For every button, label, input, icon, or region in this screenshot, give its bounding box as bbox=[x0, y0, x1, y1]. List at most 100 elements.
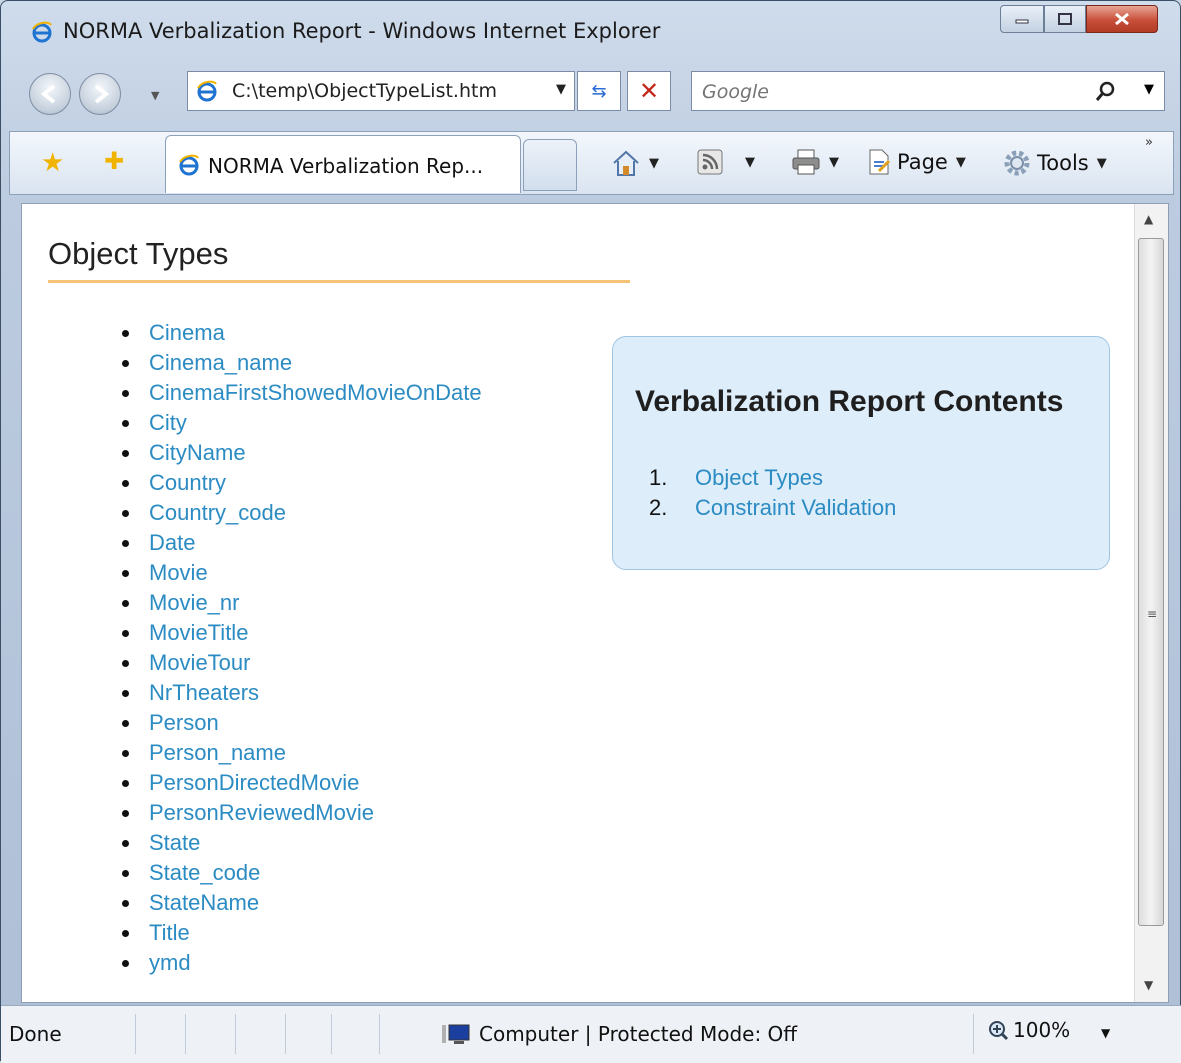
address-dropdown-icon[interactable]: ▼ bbox=[556, 82, 566, 97]
object-type-link[interactable]: Person bbox=[149, 710, 219, 735]
zoom-dropdown-icon[interactable]: ▼ bbox=[1101, 1026, 1110, 1040]
tab-label: NORMA Verbalization Rep... bbox=[208, 154, 484, 178]
address-bar[interactable]: C:\temp\ObjectTypeList.htm ▼ bbox=[187, 71, 575, 111]
object-type-item: PersonReviewedMovie bbox=[122, 798, 482, 828]
zoom-level-button[interactable]: 100% bbox=[987, 1018, 1070, 1042]
gear-icon bbox=[1004, 150, 1030, 176]
object-type-link[interactable]: Cinema_name bbox=[149, 350, 292, 375]
object-type-link[interactable]: PersonReviewedMovie bbox=[149, 800, 374, 825]
page-menu-button[interactable]: Page ▼ bbox=[867, 149, 966, 175]
tab-verbalization-report[interactable]: NORMA Verbalization Rep... bbox=[165, 135, 521, 193]
window-controls bbox=[1000, 5, 1158, 33]
object-type-item: State bbox=[122, 828, 482, 858]
object-type-link[interactable]: Date bbox=[149, 530, 195, 555]
new-tab-button[interactable] bbox=[523, 139, 577, 191]
report-contents-number: 2. bbox=[649, 495, 668, 520]
printer-icon bbox=[792, 149, 820, 175]
object-type-link[interactable]: Country_code bbox=[149, 500, 286, 525]
search-icon[interactable] bbox=[1094, 80, 1118, 104]
address-url[interactable]: C:\temp\ObjectTypeList.htm bbox=[232, 80, 522, 102]
scroll-down-arrow-icon[interactable]: ▼ bbox=[1144, 978, 1153, 992]
tools-menu-label: Tools bbox=[1037, 151, 1089, 175]
report-contents-item: 2. Constraint Validation bbox=[649, 493, 896, 523]
object-type-list: Cinema Cinema_name CinemaFirstShowedMovieO… bbox=[122, 318, 482, 978]
object-type-link[interactable]: StateName bbox=[149, 890, 259, 915]
security-zone[interactable]: Computer | Protected Mode: Off bbox=[441, 1022, 797, 1046]
window-title: NORMA Verbalization Report - Windows Int… bbox=[63, 19, 661, 43]
search-options-dropdown-icon[interactable]: ▼ bbox=[1144, 82, 1154, 97]
object-type-item: Title bbox=[122, 918, 482, 948]
report-contents-list: 1. Object Types 2. Constraint Validation bbox=[649, 463, 896, 523]
refresh-icon: ⇆ bbox=[591, 80, 607, 102]
tools-menu-button[interactable]: Tools ▼ bbox=[1003, 149, 1107, 177]
minimize-button[interactable] bbox=[1000, 5, 1044, 33]
home-dropdown-icon[interactable]: ▼ bbox=[649, 156, 659, 171]
report-contents-link[interactable]: Constraint Validation bbox=[695, 493, 896, 523]
object-type-link[interactable]: CityName bbox=[149, 440, 246, 465]
recent-pages-dropdown-icon[interactable]: ▼ bbox=[151, 89, 159, 102]
object-type-link[interactable]: Movie bbox=[149, 560, 208, 585]
report-contents-link[interactable]: Object Types bbox=[695, 463, 823, 493]
more-commands-chevron-icon[interactable]: » bbox=[1145, 135, 1153, 150]
add-favorites-icon[interactable]: ✚ bbox=[104, 147, 124, 175]
object-type-item: Cinema bbox=[122, 318, 482, 348]
object-type-link[interactable]: Title bbox=[149, 920, 190, 945]
zoom-level: 100% bbox=[1013, 1018, 1071, 1042]
object-type-item: Person_name bbox=[122, 738, 482, 768]
favorites-star-icon[interactable]: ★ bbox=[41, 148, 64, 178]
object-type-item: Country_code bbox=[122, 498, 482, 528]
refresh-button[interactable]: ⇆ bbox=[577, 71, 621, 111]
page-menu-label: Page bbox=[897, 150, 948, 174]
object-type-item: Movie_nr bbox=[122, 588, 482, 618]
object-type-link[interactable]: State bbox=[149, 830, 200, 855]
object-type-item: ymd bbox=[122, 948, 482, 978]
report-contents-title: Verbalization Report Contents bbox=[635, 385, 1064, 418]
object-type-item: CityName bbox=[122, 438, 482, 468]
feeds-dropdown-icon[interactable]: ▼ bbox=[745, 155, 755, 170]
status-divider bbox=[285, 1014, 286, 1054]
maximize-button[interactable] bbox=[1044, 5, 1086, 33]
print-dropdown-icon[interactable]: ▼ bbox=[829, 155, 839, 170]
object-type-link[interactable]: State_code bbox=[149, 860, 260, 885]
object-type-item: PersonDirectedMovie bbox=[122, 768, 482, 798]
home-button[interactable]: ▼ bbox=[611, 149, 659, 177]
status-text: Done bbox=[9, 1022, 62, 1046]
zoom-icon bbox=[989, 1021, 1009, 1041]
status-divider bbox=[331, 1014, 332, 1054]
object-type-link[interactable]: Movie_nr bbox=[149, 590, 239, 615]
object-type-link[interactable]: PersonDirectedMovie bbox=[149, 770, 359, 795]
object-type-item: CinemaFirstShowedMovieOnDate bbox=[122, 378, 482, 408]
object-type-link[interactable]: Cinema bbox=[149, 320, 225, 345]
tab-ie-icon bbox=[179, 154, 199, 176]
search-box[interactable]: ▼ bbox=[691, 71, 1165, 111]
stop-button[interactable]: ✕ bbox=[627, 71, 671, 111]
object-type-link[interactable]: NrTheaters bbox=[149, 680, 259, 705]
object-type-link[interactable]: Country bbox=[149, 470, 226, 495]
report-contents-item: 1. Object Types bbox=[649, 463, 896, 493]
feeds-button[interactable]: ▼ bbox=[697, 149, 755, 175]
scroll-up-arrow-icon[interactable]: ▲ bbox=[1144, 212, 1153, 226]
scroll-thumb[interactable]: ≡ bbox=[1138, 238, 1164, 926]
object-type-link[interactable]: City bbox=[149, 410, 187, 435]
page-content: Object Types Cinema Cinema_name CinemaFirs… bbox=[21, 203, 1169, 1003]
object-type-link[interactable]: MovieTour bbox=[149, 650, 250, 675]
object-type-item: Cinema_name bbox=[122, 348, 482, 378]
browser-window: NORMA Verbalization Report - Windows Int… bbox=[0, 0, 1181, 1063]
vertical-scrollbar[interactable]: ▲ ≡ ▼ bbox=[1134, 204, 1168, 1002]
navigation-bar: ▼ C:\temp\ObjectTypeList.htm ▼ ⇆ ✕ ▼ bbox=[1, 63, 1180, 125]
object-type-item: Country bbox=[122, 468, 482, 498]
search-input[interactable] bbox=[700, 78, 1084, 106]
object-type-link[interactable]: ymd bbox=[149, 950, 191, 975]
object-type-link[interactable]: Person_name bbox=[149, 740, 286, 765]
back-button[interactable] bbox=[29, 73, 71, 115]
forward-button[interactable] bbox=[79, 73, 121, 115]
object-type-item: MovieTour bbox=[122, 648, 482, 678]
status-divider bbox=[235, 1014, 236, 1054]
close-button[interactable] bbox=[1086, 5, 1158, 33]
page-menu-dropdown-icon: ▼ bbox=[955, 154, 966, 170]
status-divider bbox=[379, 1014, 380, 1054]
object-type-link[interactable]: MovieTitle bbox=[149, 620, 248, 645]
print-button[interactable]: ▼ bbox=[791, 149, 839, 175]
object-type-link[interactable]: CinemaFirstShowedMovieOnDate bbox=[149, 380, 482, 405]
forward-arrow-icon bbox=[94, 84, 110, 104]
